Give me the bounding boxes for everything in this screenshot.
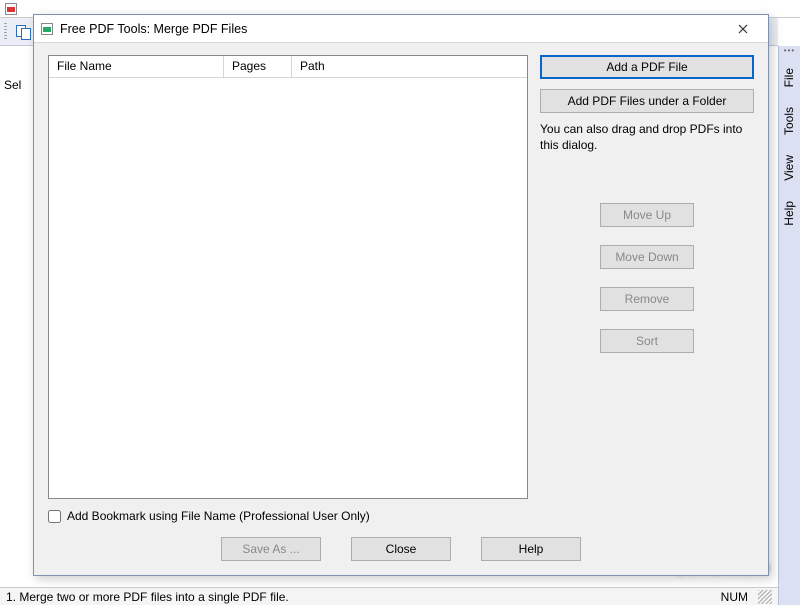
left-panel-label: Sel xyxy=(4,78,21,92)
close-dialog-button[interactable]: Close xyxy=(351,537,451,561)
remove-button[interactable]: Remove xyxy=(600,287,694,311)
close-icon xyxy=(738,24,748,34)
menu-item-help[interactable]: Help xyxy=(779,191,799,236)
resize-handle-icon[interactable] xyxy=(758,590,772,604)
listview-body[interactable] xyxy=(49,78,527,498)
right-side-menu: ••• File Tools View Help xyxy=(778,46,800,605)
dialog-footer: Save As ... Close Help xyxy=(34,529,768,575)
menu-grip-icon: ••• xyxy=(779,46,800,58)
dialog-pdf-icon xyxy=(40,22,54,36)
menu-item-tools[interactable]: Tools xyxy=(779,97,799,145)
merge-tool-button[interactable] xyxy=(13,21,35,43)
pdf-icon xyxy=(4,2,18,16)
status-bar: 1. Merge two or more PDF files into a si… xyxy=(0,587,778,605)
menu-item-view[interactable]: View xyxy=(779,145,799,191)
close-button[interactable] xyxy=(722,18,764,40)
status-text: 1. Merge two or more PDF files into a si… xyxy=(6,590,289,604)
file-listview[interactable]: File Name Pages Path xyxy=(48,55,528,499)
move-up-button[interactable]: Move Up xyxy=(600,203,694,227)
column-pages[interactable]: Pages xyxy=(224,56,292,77)
listview-header: File Name Pages Path xyxy=(49,56,527,78)
drag-drop-hint: You can also drag and drop PDFs into thi… xyxy=(540,121,754,153)
column-path[interactable]: Path xyxy=(292,56,527,77)
bookmark-checkbox-row[interactable]: Add Bookmark using File Name (Profession… xyxy=(48,509,528,523)
menu-item-file[interactable]: File xyxy=(779,58,799,97)
merge-dialog: Free PDF Tools: Merge PDF Files File Nam… xyxy=(33,14,769,576)
sort-button[interactable]: Sort xyxy=(600,329,694,353)
add-pdf-file-button[interactable]: Add a PDF File xyxy=(540,55,754,79)
merge-icon xyxy=(16,24,32,40)
save-as-button[interactable]: Save As ... xyxy=(221,537,321,561)
move-down-button[interactable]: Move Down xyxy=(600,245,694,269)
toolbar-grip xyxy=(4,23,7,41)
dialog-titlebar[interactable]: Free PDF Tools: Merge PDF Files xyxy=(34,15,768,43)
dialog-title: Free PDF Tools: Merge PDF Files xyxy=(60,22,722,36)
bookmark-checkbox[interactable] xyxy=(48,510,61,523)
column-filename[interactable]: File Name xyxy=(49,56,224,77)
bookmark-label: Add Bookmark using File Name (Profession… xyxy=(67,509,370,523)
add-folder-button[interactable]: Add PDF Files under a Folder xyxy=(540,89,754,113)
status-num: NUM xyxy=(721,590,748,604)
help-button[interactable]: Help xyxy=(481,537,581,561)
